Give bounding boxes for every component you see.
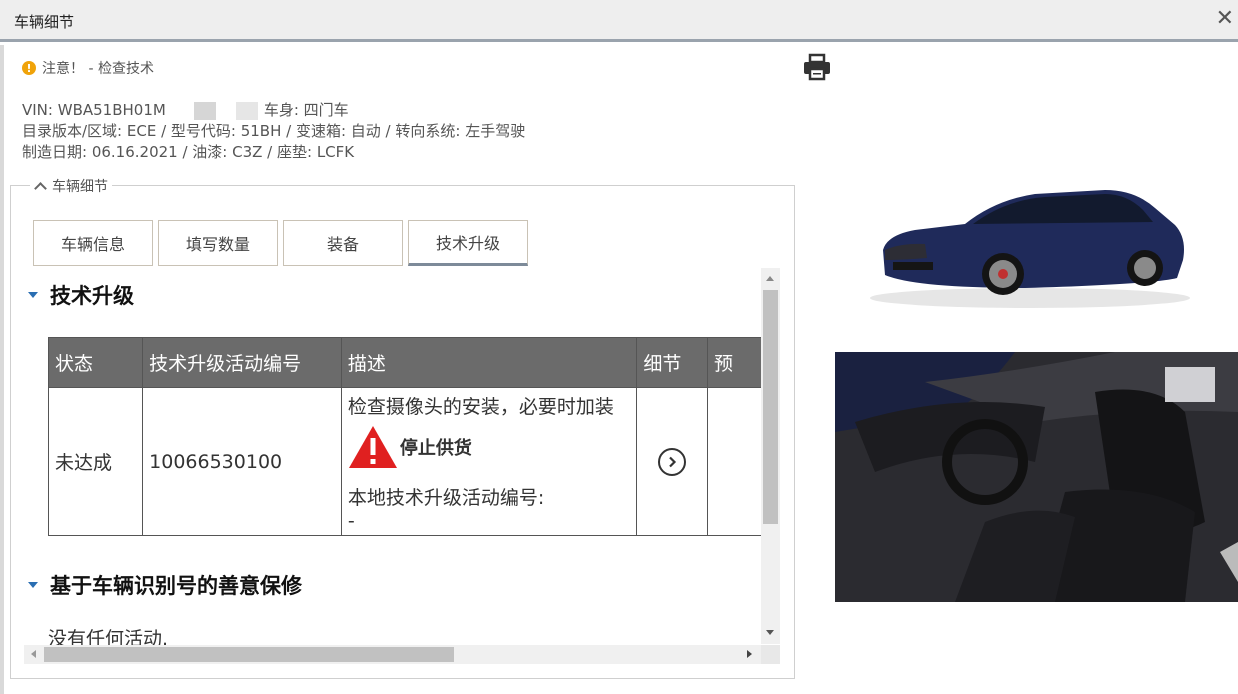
vin-value: WBA51BH01M xyxy=(57,101,166,119)
local-campaign-value: - xyxy=(347,509,355,532)
tab-vehicle-info[interactable]: 车辆信息 xyxy=(33,220,153,266)
section-goodwill[interactable]: 基于车辆识别号的善意保修 xyxy=(28,570,302,600)
local-campaign-label: 本地技术升级活动编号: xyxy=(347,486,545,509)
vehicle-info: VIN: WBA51BH01M 车身: 四门车 目录版本/区域: ECE / 型号… xyxy=(22,100,525,163)
collapse-triangle-icon xyxy=(28,582,38,588)
tab-tech-upgrade[interactable]: 技术升级 xyxy=(408,220,528,266)
section-heading: 技术升级 xyxy=(50,284,134,308)
panel-toggle[interactable]: 车辆细节 xyxy=(30,176,112,196)
scroll-left-icon[interactable] xyxy=(31,650,36,658)
cell-detail xyxy=(636,387,708,536)
stop-delivery-label: 停止供货 xyxy=(399,437,472,459)
horizontal-scrollbar[interactable] xyxy=(24,645,761,664)
scroll-down-icon[interactable] xyxy=(766,630,774,635)
col-description: 描述 xyxy=(340,337,638,388)
chevron-up-icon xyxy=(34,182,47,195)
col-detail: 细节 xyxy=(636,337,708,388)
body-type: 车身: 四门车 xyxy=(263,101,349,119)
vehicle-interior-image xyxy=(835,352,1238,602)
stop-delivery-notice: 停止供货 xyxy=(348,425,630,469)
collapse-triangle-icon xyxy=(28,292,38,298)
vertical-scroll-thumb[interactable] xyxy=(763,290,778,524)
notice-text: 注意！ - 检查技术 xyxy=(42,61,154,77)
vehicle-exterior-image xyxy=(855,180,1215,315)
window-title: 车辆细节 xyxy=(14,13,75,31)
notice-banner: ! 注意！ - 检查技术 xyxy=(22,58,154,78)
vertical-scrollbar[interactable] xyxy=(761,268,780,644)
tab-fill-quantity[interactable]: 填写数量 xyxy=(158,220,278,266)
description-text: 检查摄像头的安装，必要时加装 xyxy=(347,395,614,418)
printer-icon[interactable] xyxy=(802,53,832,81)
section-heading: 基于车辆识别号的善意保修 xyxy=(50,574,302,598)
no-activity-text: 没有任何活动. xyxy=(48,628,169,646)
exclamation-icon: ! xyxy=(22,61,36,75)
col-status: 状态 xyxy=(47,337,144,388)
window-left-border xyxy=(0,45,4,694)
cell-campaign-no: 10066530100 xyxy=(142,387,342,536)
close-icon[interactable]: ✕ xyxy=(1216,8,1234,30)
scroll-right-icon[interactable] xyxy=(747,650,752,658)
scroll-corner xyxy=(761,645,780,664)
vin-label: VIN: xyxy=(22,101,53,119)
panel-legend: 车辆细节 xyxy=(52,179,108,195)
col-pre: 预 xyxy=(706,337,762,388)
title-bar: 车辆细节 ✕ xyxy=(0,0,1238,42)
table-header-row: 状态 技术升级活动编号 描述 细节 预 xyxy=(47,337,762,388)
vehicle-info-line3: 制造日期: 06.16.2021 / 油漆: C3Z / 座垫: LCFK xyxy=(22,143,355,161)
warning-triangle-icon xyxy=(348,425,397,468)
tab-content: 技术升级 状态 技术升级活动编号 描述 细节 预 未达成 10066530100… xyxy=(22,268,762,646)
chevron-right-circle-icon[interactable] xyxy=(658,447,687,476)
scroll-up-icon[interactable] xyxy=(766,276,774,281)
cell-pre xyxy=(706,387,762,536)
horizontal-scroll-thumb[interactable] xyxy=(44,647,454,662)
cell-description: 检查摄像头的安装，必要时加装 停止供货 本地技术升级活动编号: - xyxy=(340,387,638,536)
redacted-block xyxy=(171,101,258,120)
tab-equipment[interactable]: 装备 xyxy=(283,220,403,266)
tab-bar: 车辆信息 填写数量 装备 技术升级 xyxy=(33,220,528,266)
section-tech-upgrade[interactable]: 技术升级 xyxy=(28,280,134,310)
col-campaign-no: 技术升级活动编号 xyxy=(142,337,342,388)
cell-status: 未达成 xyxy=(47,387,144,536)
campaign-table: 状态 技术升级活动编号 描述 细节 预 未达成 10066530100 检查摄像… xyxy=(47,337,762,536)
table-row: 未达成 10066530100 检查摄像头的安装，必要时加装 停止供货 本地技术… xyxy=(47,387,762,536)
vehicle-info-line2: 目录版本/区域: ECE / 型号代码: 51BH / 变速箱: 自动 / 转向… xyxy=(22,122,526,140)
vehicle-info-line1: VIN: WBA51BH01M 车身: 四门车 xyxy=(22,100,525,121)
